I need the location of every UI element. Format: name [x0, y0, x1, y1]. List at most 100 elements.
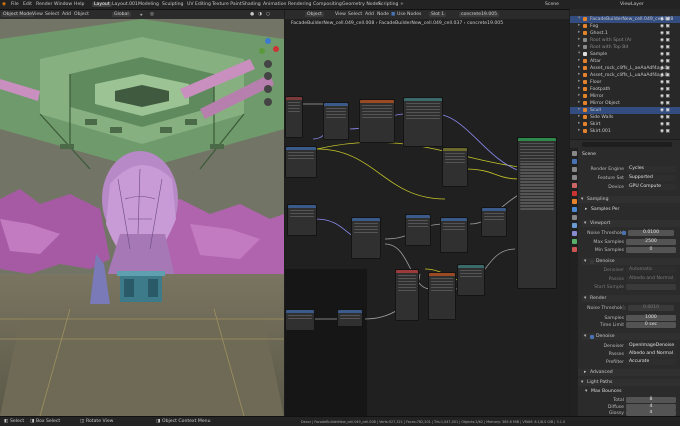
blender-logo-icon[interactable]: ◉ [2, 2, 6, 7]
menu-edit[interactable]: Edit [23, 2, 32, 7]
samples-per-row[interactable]: ▸ Samples Per [578, 206, 680, 213]
outliner[interactable]: ▾ FacadeBuilderNew_cell.049_cell.008 ◉ ▣ ▸… [570, 9, 680, 139]
node-image-texture-2[interactable] [403, 97, 443, 147]
advanced-panel-header[interactable]: ▸ Advanced [578, 369, 680, 376]
min-samples-field[interactable]: 0 [626, 247, 676, 253]
tab-uv-editing[interactable]: UV Editing [185, 2, 213, 7]
passes-dropdown[interactable]: Albedo and Normal [626, 276, 676, 282]
noise-threshold-field[interactable]: 0.0100 [628, 230, 674, 236]
visibility-icon[interactable]: ◉ ▣ [660, 31, 670, 36]
start-sample-field[interactable] [626, 284, 676, 290]
outliner-item[interactable]: ▾ FacadeBuilderNew_cell.049_cell.008 ◉ ▣ [570, 16, 680, 23]
light-paths-panel-header[interactable]: ▾ Light Paths [578, 379, 680, 386]
visibility-icon[interactable]: ◉ ▣ [660, 129, 670, 134]
menu-view[interactable]: View [32, 12, 43, 17]
menu-node[interactable]: Node [377, 12, 389, 17]
visibility-icon[interactable]: ◉ ▣ [660, 73, 670, 78]
denoise2-checkbox[interactable] [590, 334, 594, 339]
outliner-item[interactable]: ▸ Footpath ◉ ▣ [570, 86, 680, 93]
node-normal[interactable] [481, 207, 507, 237]
tab-compositing[interactable]: Compositing [311, 2, 344, 7]
menu-window[interactable]: Window [54, 2, 72, 7]
node-value[interactable] [285, 146, 317, 178]
node-colorramp[interactable] [351, 217, 381, 259]
menu-file[interactable]: File [11, 2, 19, 7]
visibility-icon[interactable]: ◉ ▣ [660, 38, 670, 43]
render-subpanel-header[interactable]: ▾ Render [582, 295, 680, 302]
node-separate[interactable] [428, 272, 456, 320]
total-field[interactable]: 8 [626, 397, 676, 403]
menu-view-node[interactable]: View [335, 12, 346, 17]
node-mapping[interactable] [323, 102, 349, 140]
passes2-dropdown[interactable]: Albedo and Normal [626, 351, 676, 357]
sampling-panel-header[interactable]: ▾ Sampling [578, 196, 680, 203]
menu-add-node[interactable]: Add [365, 12, 374, 17]
outliner-item[interactable]: ▸ Scull ◉ ▣ [570, 107, 680, 114]
physics-tab-icon[interactable] [571, 223, 577, 228]
scene-selector[interactable]: Scene [545, 2, 559, 7]
outliner-item[interactable]: ▸ Side Walls ◉ ▣ [570, 114, 680, 121]
render-noise-checkbox[interactable] [622, 306, 626, 310]
node-texcoord[interactable] [285, 96, 303, 138]
render-noise-field[interactable]: 0.0010 [628, 305, 674, 311]
outliner-item[interactable]: ▸ Skirt ◉ ▣ [570, 121, 680, 128]
feature-set-dropdown[interactable]: Supported [626, 175, 676, 181]
samples-field[interactable]: 1000 [626, 315, 676, 321]
max-bounces-row[interactable]: ▾ Max Bounces [578, 388, 680, 395]
transform-orientation[interactable]: Global [112, 12, 131, 17]
outliner-item[interactable]: ▸ Skirt.001 ◉ ▣ [570, 128, 680, 135]
node-mix[interactable] [442, 147, 468, 187]
object-tab-icon[interactable] [571, 199, 577, 204]
visibility-icon[interactable]: ◉ ▣ [660, 17, 670, 22]
outliner-item[interactable]: ▸ Ghost.1 ◉ ▣ [570, 30, 680, 37]
particles-tab-icon[interactable] [571, 215, 577, 220]
material-selector[interactable]: concrete19.005 [459, 12, 500, 17]
render-engine-dropdown[interactable]: Cycles [626, 166, 676, 172]
tab-texture-paint[interactable]: Texture Paint [210, 2, 244, 7]
render-tab-icon[interactable] [571, 159, 577, 164]
outliner-item[interactable]: ▸ Root with Top Bd ◉ ▣ [570, 44, 680, 51]
node-bump[interactable] [440, 217, 468, 253]
output-tab-icon[interactable] [571, 167, 577, 172]
view-layer-tab-icon[interactable] [571, 175, 577, 180]
constraints-tab-icon[interactable] [571, 231, 577, 236]
node-hsv[interactable] [457, 264, 485, 296]
visibility-icon[interactable]: ◉ ▣ [660, 122, 670, 127]
shading-material-icon[interactable]: ◑ [258, 12, 262, 17]
view-layer-selector[interactable]: ViewLayer [620, 2, 644, 7]
visibility-icon[interactable]: ◉ ▣ [660, 101, 670, 106]
modifier-tab-icon[interactable] [571, 207, 577, 212]
editor-type-object[interactable]: Object [305, 12, 324, 17]
denoiser-dropdown[interactable]: Automatic [626, 267, 676, 273]
menu-select-node[interactable]: Select [348, 12, 362, 17]
tab-layout[interactable]: Layout [92, 1, 112, 7]
node-image-texture-3[interactable] [395, 269, 419, 321]
tab-modeling[interactable]: Modeling [136, 2, 161, 7]
outliner-item[interactable]: ▸ Mirror ◉ ▣ [570, 93, 680, 100]
menu-select[interactable]: Select [45, 12, 59, 17]
use-nodes-checkbox[interactable]: ■ [391, 12, 395, 17]
visibility-icon[interactable]: ◉ ▣ [660, 87, 670, 92]
3d-viewport[interactable] [0, 19, 284, 416]
visibility-icon[interactable]: ◉ ▣ [660, 24, 670, 29]
visibility-icon[interactable]: ◉ ▣ [660, 108, 670, 113]
mode-selector[interactable]: Object Mode [1, 12, 34, 17]
outliner-item[interactable]: ▸ Floor ◉ ▣ [570, 79, 680, 86]
node-editor[interactable]: FacadeBuilderNew_cell.049_cell.008 › Fac… [285, 19, 569, 416]
slot-selector[interactable]: Slot 1 [429, 12, 447, 17]
node-principled-bsdf[interactable] [517, 137, 557, 289]
visibility-icon[interactable]: ◉ ▣ [660, 94, 670, 99]
tool-tab-icon[interactable] [571, 151, 577, 156]
material-tab-icon[interactable] [571, 247, 577, 252]
scene-tab-icon[interactable] [571, 183, 577, 188]
visibility-icon[interactable]: ◉ ▣ [660, 80, 670, 85]
visibility-icon[interactable]: ◉ ▣ [660, 59, 670, 64]
menu-add[interactable]: Add [62, 12, 71, 17]
world-tab-icon[interactable] [571, 191, 577, 196]
tab-animation[interactable]: Animation [261, 2, 288, 7]
tab-sculpting[interactable]: Sculpting [160, 2, 185, 7]
outliner-item[interactable]: ▸ Root with Spot (Ar ◉ ▣ [570, 37, 680, 44]
prefilter-dropdown[interactable]: Accurate [626, 359, 676, 365]
menu-object[interactable]: Object [74, 12, 89, 17]
node-frame-child-1[interactable] [285, 309, 315, 331]
